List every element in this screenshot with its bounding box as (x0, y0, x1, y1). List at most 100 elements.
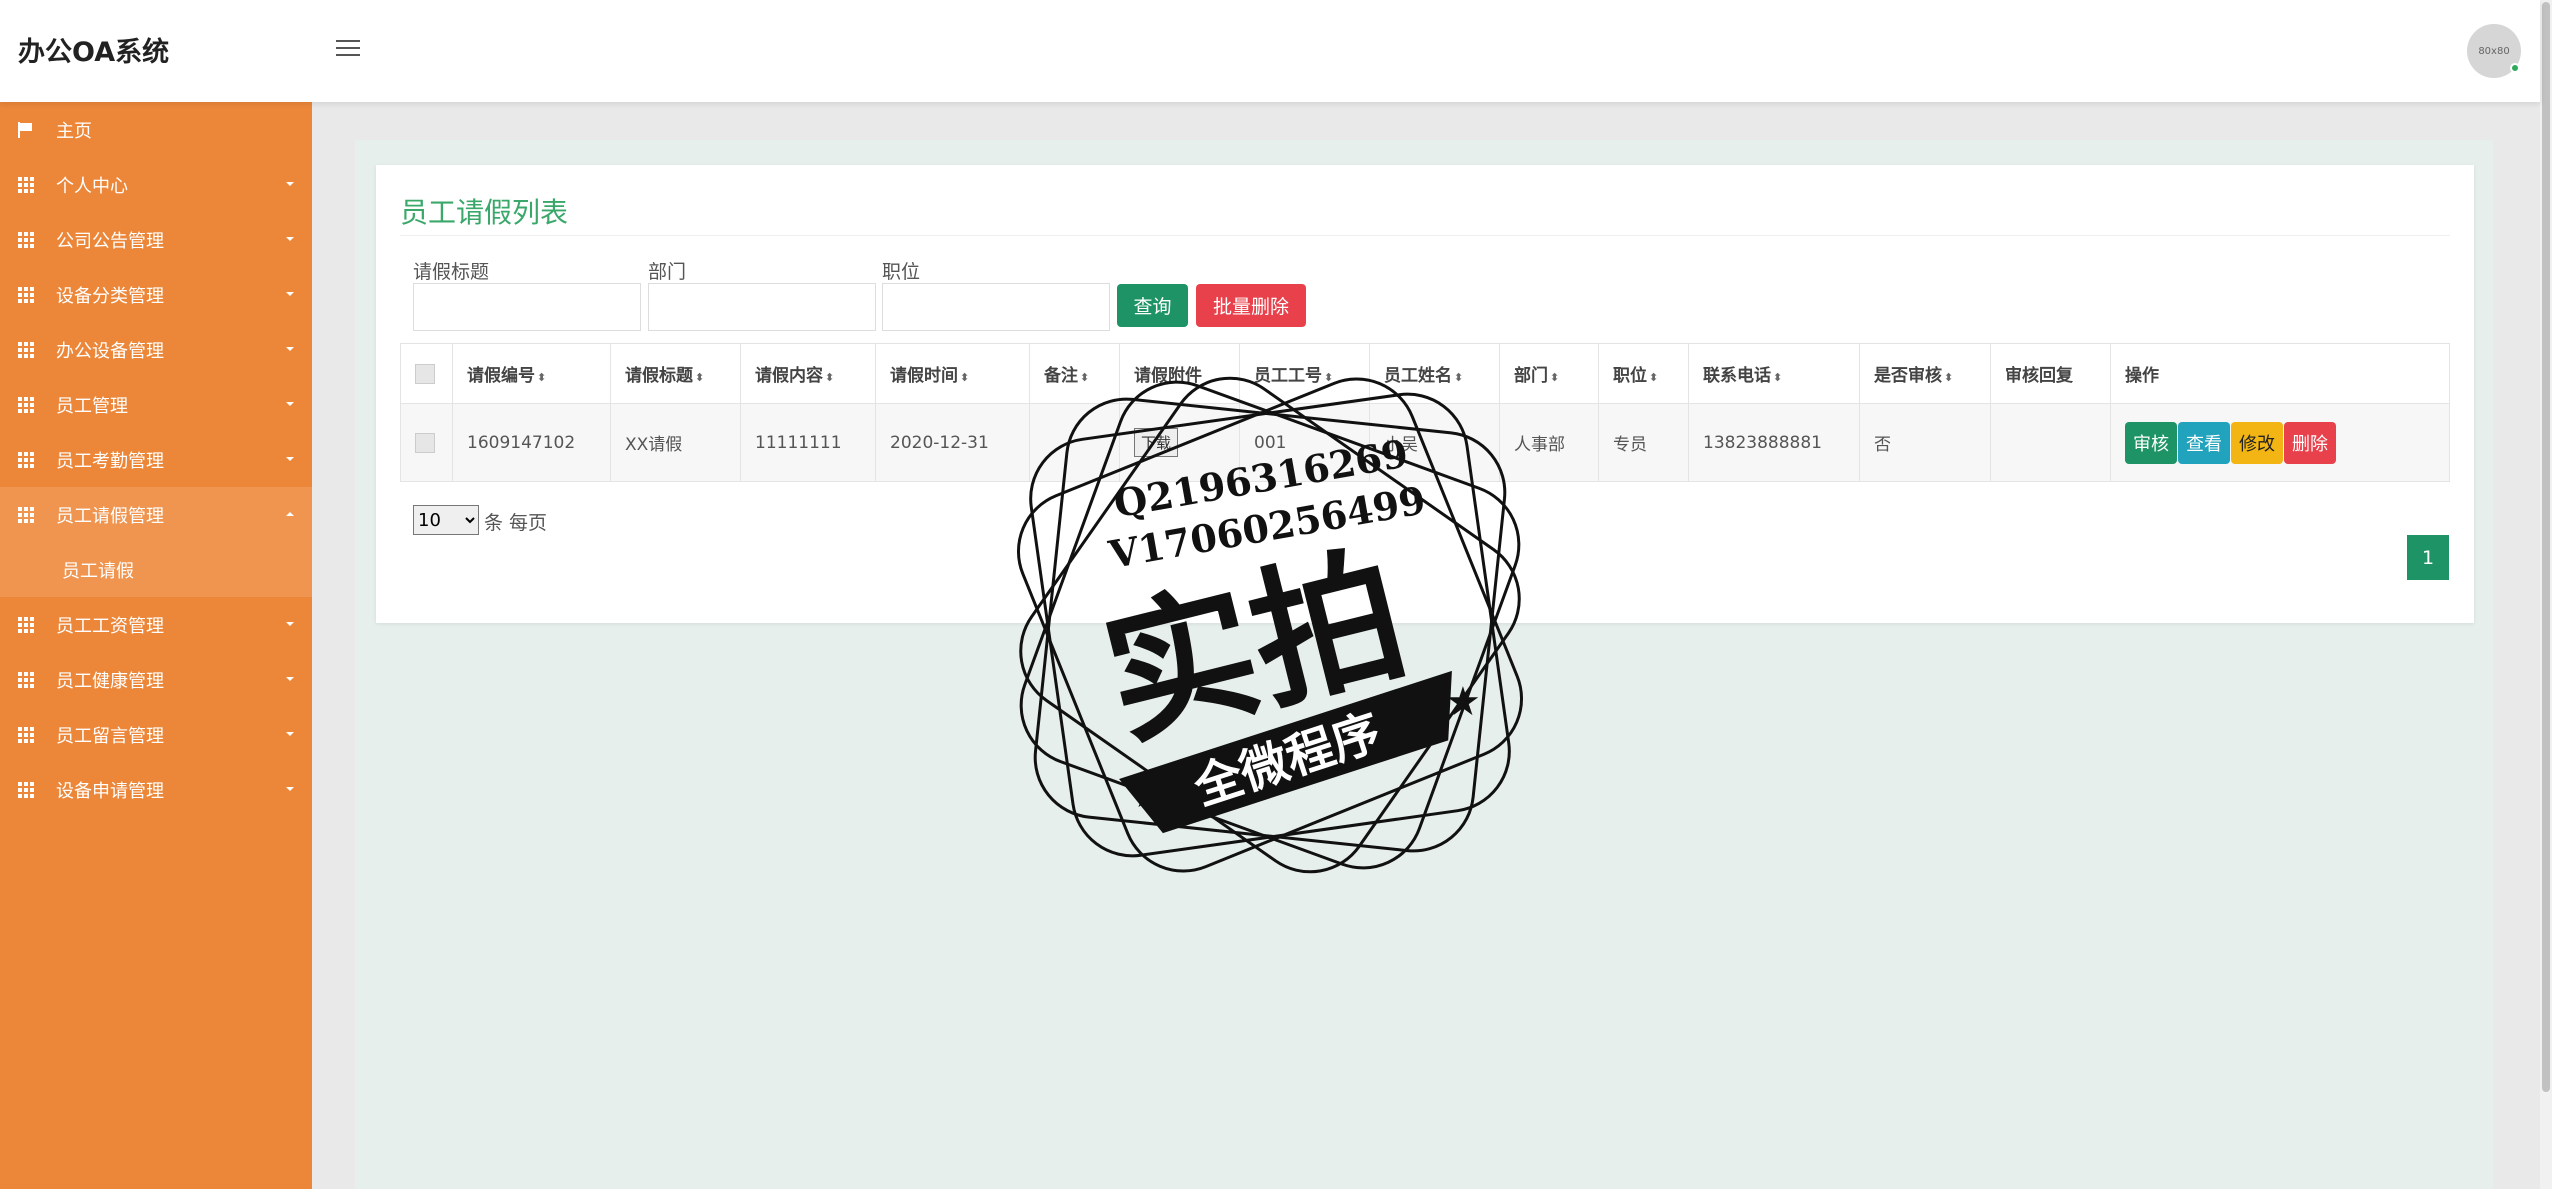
sidebar-item-label: 设备申请管理 (56, 780, 164, 802)
sort-icon: ⬍ (825, 371, 835, 384)
sort-icon: ⬍ (695, 371, 705, 384)
row-select-cell (400, 403, 453, 482)
sort-icon: ⬍ (960, 371, 970, 384)
sort-icon: ⬍ (1649, 371, 1659, 384)
sidebar-item-employees[interactable]: 员工管理 (0, 377, 312, 432)
sidebar-item-personal-center[interactable]: 个人中心 (0, 157, 312, 212)
filter-label-dept: 部门 (648, 261, 687, 283)
sidebar-item-device-categories[interactable]: 设备分类管理 (0, 267, 312, 322)
sidebar-item-label: 设备分类管理 (56, 285, 164, 307)
menu-toggle-icon[interactable] (336, 40, 360, 58)
grid-icon (18, 726, 34, 743)
sidebar: 主页 个人中心 公司公告管理 设备分类管理 办公设备管理 员工管理 员工考勤管理… (0, 102, 312, 1189)
divider (400, 235, 2450, 236)
grid-icon (18, 616, 34, 633)
online-status-dot (2510, 63, 2520, 73)
star-icon: ★ (1445, 679, 1481, 725)
sidebar-item-label: 员工管理 (56, 395, 128, 417)
row-checkbox[interactable] (415, 432, 435, 453)
select-all-checkbox[interactable] (415, 363, 435, 384)
filter-label-title: 请假标题 (413, 261, 490, 283)
grid-icon (18, 506, 34, 523)
col-leave-title[interactable]: 请假标题 ⬍ (610, 343, 741, 404)
grid-icon (18, 671, 34, 688)
scrollbar-thumb[interactable] (2542, 2, 2550, 1092)
per-page-label: 条 每页 (484, 512, 548, 534)
sidebar-item-label: 个人中心 (56, 175, 128, 197)
caret-down-icon (286, 622, 294, 626)
sidebar-item-label: 公司公告管理 (56, 230, 164, 252)
col-reply: 审核回复 (1990, 343, 2111, 404)
sidebar-item-label: 办公设备管理 (56, 340, 164, 362)
sidebar-item-office-devices[interactable]: 办公设备管理 (0, 322, 312, 377)
sidebar-item-label: 员工健康管理 (56, 670, 164, 692)
caret-down-icon (286, 237, 294, 241)
col-content[interactable]: 请假内容 ⬍ (740, 343, 876, 404)
dept-input[interactable] (648, 283, 876, 331)
cell-phone: 13823888881 (1688, 403, 1860, 482)
sidebar-item-label: 员工考勤管理 (56, 450, 164, 472)
grid-icon (18, 781, 34, 798)
edit-button[interactable]: 修改 (2231, 421, 2283, 464)
batch-delete-button[interactable]: 批量删除 (1196, 284, 1306, 327)
sidebar-subitem-label: 员工请假 (62, 560, 134, 582)
query-button[interactable]: 查询 (1117, 284, 1188, 327)
cell-audited: 否 (1859, 403, 1991, 482)
sidebar-item-salary[interactable]: 员工工资管理 (0, 597, 312, 652)
caret-down-icon (286, 402, 294, 406)
sidebar-item-health[interactable]: 员工健康管理 (0, 652, 312, 707)
caret-down-icon (286, 457, 294, 461)
delete-button[interactable]: 删除 (2284, 421, 2336, 464)
col-actions: 操作 (2110, 343, 2450, 404)
app-title: 办公OA系统 (18, 37, 170, 68)
view-button[interactable]: 查看 (2178, 421, 2230, 464)
caret-up-icon (286, 512, 294, 516)
caret-down-icon (286, 292, 294, 296)
sort-icon: ⬍ (1773, 371, 1783, 384)
page-number-button[interactable]: 1 (2407, 535, 2449, 580)
sidebar-item-label: 主页 (56, 120, 92, 142)
cell-content: 11111111 (740, 403, 876, 482)
grid-icon (18, 451, 34, 468)
sidebar-item-label: 员工工资管理 (56, 615, 164, 637)
sidebar-item-home[interactable]: 主页 (0, 102, 312, 157)
star-icon: ★ (1130, 771, 1166, 817)
grid-icon (18, 231, 34, 248)
grid-icon (18, 396, 34, 413)
sidebar-item-label: 员工留言管理 (56, 725, 164, 747)
col-leave-no[interactable]: 请假编号 ⬍ (452, 343, 611, 404)
top-bar: 办公OA系统 80x80 (0, 0, 2540, 102)
grid-icon (18, 286, 34, 303)
cell-reply (1990, 403, 2111, 482)
page-size-select[interactable]: 10 (413, 505, 479, 535)
select-all-cell (400, 343, 453, 404)
caret-down-icon (286, 347, 294, 351)
watermark-stamp: Q2196316269 V17060256499 实拍 全微程序 ★ ★ (1016, 376, 1524, 874)
position-input[interactable] (882, 283, 1110, 331)
col-phone[interactable]: 联系电话 ⬍ (1688, 343, 1860, 404)
sidebar-item-announcements[interactable]: 公司公告管理 (0, 212, 312, 267)
sidebar-item-label: 员工请假管理 (56, 505, 164, 527)
sidebar-subitem-leave[interactable]: 员工请假 (0, 542, 312, 597)
sidebar-item-messages[interactable]: 员工留言管理 (0, 707, 312, 762)
cell-leave-title: XX请假 (610, 403, 741, 482)
cell-position: 专员 (1598, 403, 1689, 482)
caret-down-icon (286, 182, 294, 186)
sidebar-item-leave[interactable]: 员工请假管理 (0, 487, 312, 542)
sort-icon: ⬍ (1944, 371, 1954, 384)
leave-title-input[interactable] (413, 283, 641, 331)
audit-button[interactable]: 审核 (2125, 421, 2177, 464)
sidebar-item-device-requests[interactable]: 设备申请管理 (0, 762, 312, 817)
sidebar-item-attendance[interactable]: 员工考勤管理 (0, 432, 312, 487)
caret-down-icon (286, 732, 294, 736)
col-position[interactable]: 职位 ⬍ (1598, 343, 1689, 404)
col-audited[interactable]: 是否审核 ⬍ (1859, 343, 1991, 404)
cell-actions: 审核 查看 修改 删除 (2110, 403, 2450, 482)
caret-down-icon (286, 787, 294, 791)
filter-label-position: 职位 (882, 261, 921, 283)
caret-down-icon (286, 677, 294, 681)
sort-icon: ⬍ (537, 371, 547, 384)
page-title: 员工请假列表 (400, 196, 569, 229)
cell-leave-no: 1609147102 (452, 403, 611, 482)
grid-icon (18, 176, 34, 193)
